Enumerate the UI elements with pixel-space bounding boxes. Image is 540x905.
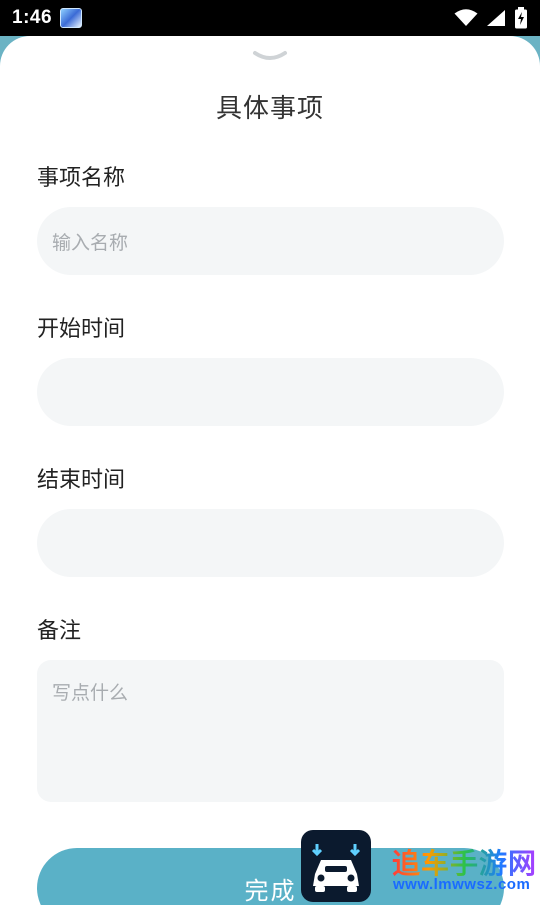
start-time-label: 开始时间 <box>37 317 126 342</box>
screen: 1:46 具体事项 事项名称 输入名称 开始时间 结束时间 备注 写点什么 完成… <box>0 0 540 905</box>
wifi-icon <box>454 9 478 26</box>
status-bar: 1:46 <box>0 0 540 36</box>
start-time-input[interactable] <box>37 358 504 426</box>
battery-charging-icon <box>515 7 527 29</box>
bottom-sheet: 具体事项 事项名称 输入名称 开始时间 结束时间 备注 写点什么 完成 <box>0 36 540 905</box>
notes-placeholder: 写点什么 <box>52 682 129 704</box>
end-time-label: 结束时间 <box>37 468 126 493</box>
item-name-label: 事项名称 <box>37 166 126 191</box>
sheet-title: 具体事项 <box>215 94 324 124</box>
end-time-input[interactable] <box>37 509 504 577</box>
done-button-label: 完成 <box>244 876 297 905</box>
car-icon <box>311 844 361 892</box>
app-notification-icon <box>60 8 83 28</box>
watermark-logo <box>301 830 371 902</box>
watermark-url: www.lmwwsz.com <box>393 876 531 893</box>
status-time: 1:46 <box>12 7 53 28</box>
notes-label: 备注 <box>37 619 82 644</box>
status-icons <box>454 7 528 29</box>
item-name-placeholder: 输入名称 <box>52 231 129 254</box>
cellular-signal-icon <box>487 10 505 26</box>
notes-textarea[interactable]: 写点什么 <box>37 660 504 802</box>
item-name-input[interactable]: 输入名称 <box>37 207 504 275</box>
chevron-down-icon[interactable] <box>252 49 288 63</box>
